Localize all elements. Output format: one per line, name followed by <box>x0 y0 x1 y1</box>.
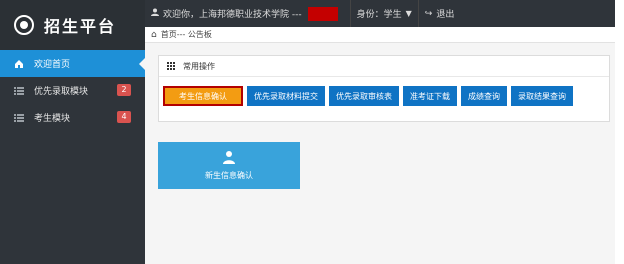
student-info-confirm-button[interactable]: 考生信息确认 <box>163 86 243 106</box>
sidebar: 招生平台 欢迎首页 优先录取模块 2 考生模块 4 <box>0 0 145 264</box>
user-icon <box>222 150 236 164</box>
role-label: 身份： <box>356 10 384 20</box>
tile-label: 新生信息确认 <box>205 171 253 180</box>
brand-logo-icon <box>14 15 34 35</box>
role-dropdown[interactable]: 身份： 学生 ▼ <box>357 7 412 20</box>
count-badge: 4 <box>117 111 131 123</box>
sidebar-item-priority-admission[interactable]: 优先录取模块 2 <box>0 77 145 104</box>
welcome-text: 欢迎你，上海邦德职业技术学院 --- <box>163 10 302 20</box>
priority-review-form-button[interactable]: 优先录取审核表 <box>329 86 399 106</box>
home-icon: ⌂ <box>151 29 157 40</box>
sidebar-item-label: 考生模块 <box>34 114 71 124</box>
right-edge <box>615 0 624 264</box>
common-actions-panel: 常用操作 考生信息确认 优先录取材料提交 优先录取审核表 准考证下载 成绩查询 … <box>158 55 610 122</box>
caret-down-icon: ▼ <box>405 9 412 18</box>
divider <box>417 0 419 27</box>
action-buttons: 考生信息确认 优先录取材料提交 优先录取审核表 准考证下载 成绩查询 录取结果查… <box>163 86 577 106</box>
main-content: 常用操作 考生信息确认 优先录取材料提交 优先录取审核表 准考证下载 成绩查询 … <box>145 43 615 264</box>
logout-label: 退出 <box>436 10 455 20</box>
brand: 招生平台 <box>0 0 145 50</box>
grid-icon <box>167 62 175 70</box>
role-value: 学生 <box>383 10 402 20</box>
sidebar-item-student-module[interactable]: 考生模块 4 <box>0 104 145 131</box>
breadcrumb-text: 首页--- 公告板 <box>160 30 212 39</box>
breadcrumb: ⌂ 首页--- 公告板 <box>145 27 615 43</box>
sidebar-item-welcome[interactable]: 欢迎首页 <box>0 50 145 77</box>
welcome-area: 欢迎你，上海邦德职业技术学院 --- <box>145 6 344 21</box>
app-window: 招生平台 欢迎首页 优先录取模块 2 考生模块 4 欢迎你，上海邦德职业技术学院… <box>0 0 624 264</box>
sidebar-item-label: 优先录取模块 <box>34 87 89 97</box>
list-icon <box>14 86 24 96</box>
divider <box>349 0 351 27</box>
sidebar-menu: 欢迎首页 优先录取模块 2 考生模块 4 <box>0 50 145 131</box>
admission-result-query-button[interactable]: 录取结果查询 <box>511 86 573 106</box>
top-bar: 欢迎你，上海邦德职业技术学院 --- 身份： 学生 ▼ ↪ 退出 <box>145 0 615 27</box>
score-query-button[interactable]: 成绩查询 <box>461 86 507 106</box>
user-icon <box>151 8 159 19</box>
count-badge: 2 <box>117 84 131 96</box>
logout-button[interactable]: ↪ 退出 <box>424 7 455 21</box>
redacted-name-block <box>307 6 338 21</box>
home-icon <box>14 59 24 69</box>
admission-ticket-download-button[interactable]: 准考证下载 <box>403 86 457 106</box>
priority-materials-submit-button[interactable]: 优先录取材料提交 <box>247 86 325 106</box>
brand-title: 招生平台 <box>44 17 117 36</box>
panel-header: 常用操作 <box>159 56 609 77</box>
new-student-info-tile[interactable]: 新生信息确认 <box>158 142 300 189</box>
list-icon <box>14 113 24 123</box>
sidebar-item-label: 欢迎首页 <box>34 60 71 70</box>
panel-title: 常用操作 <box>183 61 215 71</box>
share-icon: ↪ <box>424 8 433 19</box>
